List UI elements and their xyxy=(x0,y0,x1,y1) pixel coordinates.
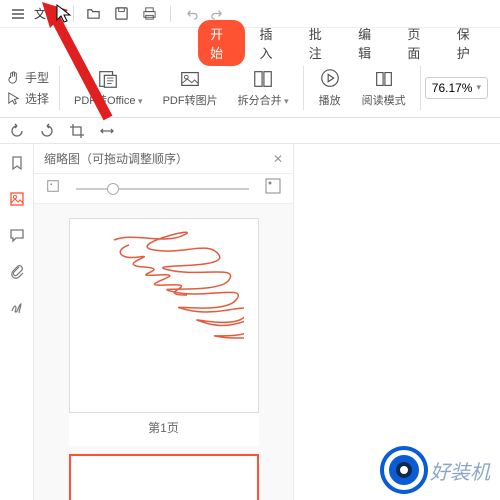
page-content-scribble xyxy=(84,225,244,345)
view-small-icon[interactable] xyxy=(46,179,60,198)
menu-protect[interactable]: 保护 xyxy=(445,20,492,66)
rotate-left-icon[interactable] xyxy=(6,120,28,142)
play-label: 播放 xyxy=(319,92,341,108)
thumbnail-item-2[interactable] xyxy=(69,454,259,500)
fit-width-icon[interactable] xyxy=(96,120,118,142)
hand-label: 手型 xyxy=(25,69,49,86)
thumbnail-header: 缩略图（可拖动调整顺序） ✕ xyxy=(34,144,293,174)
signature-icon[interactable] xyxy=(6,296,28,318)
thumbnail-icon[interactable] xyxy=(6,188,28,210)
thumbnail-label: 第1页 xyxy=(69,413,259,446)
pdf-to-image-button[interactable]: PDF转图片 xyxy=(153,68,228,108)
menu-insert[interactable]: 插入 xyxy=(247,20,294,66)
watermark-logo-icon xyxy=(384,450,424,490)
zoom-dropdown[interactable]: 76.17%▾ xyxy=(425,77,488,99)
separator xyxy=(170,6,171,22)
thumbnail-list: 第1页 xyxy=(34,204,293,500)
hand-tool[interactable]: 手型 xyxy=(6,69,49,86)
thumbnail-title: 缩略图（可拖动调整顺序） xyxy=(44,150,188,167)
print-icon[interactable] xyxy=(138,2,162,26)
separator xyxy=(73,6,74,22)
bookmark-icon[interactable] xyxy=(6,152,28,174)
close-icon[interactable]: ✕ xyxy=(273,152,283,166)
undo-icon[interactable] xyxy=(179,2,203,26)
thumbnail-item-1[interactable]: 第1页 xyxy=(69,218,259,446)
hamburger-icon[interactable] xyxy=(6,2,30,26)
sidebar xyxy=(0,144,34,500)
watermark-text: 好装机 xyxy=(430,456,490,485)
menu-page[interactable]: 页面 xyxy=(395,20,442,66)
separator xyxy=(59,66,60,110)
split-merge-label: 拆分合并 xyxy=(238,95,282,107)
read-mode-label: 阅读模式 xyxy=(362,92,406,108)
pdf-office-label: PDF转Office xyxy=(74,95,136,107)
zoom-value: 76.17% xyxy=(432,81,473,95)
menu-edit[interactable]: 编辑 xyxy=(346,20,393,66)
open-folder-icon[interactable] xyxy=(82,2,106,26)
sub-toolbar xyxy=(0,118,500,144)
select-tool[interactable]: 选择 xyxy=(6,90,49,107)
select-label: 选择 xyxy=(25,90,49,107)
split-merge-button[interactable]: 拆分合并 ▾ xyxy=(228,68,299,108)
file-menu[interactable]: 文件▾ xyxy=(34,5,65,22)
view-large-icon[interactable] xyxy=(265,178,281,199)
thumbnail-panel: 缩略图（可拖动调整顺序） ✕ 第1页 xyxy=(34,144,294,500)
watermark: 好装机 xyxy=(384,450,490,490)
thumbnail-size-slider[interactable] xyxy=(76,188,249,190)
crop-icon[interactable] xyxy=(66,120,88,142)
menu-annotate[interactable]: 批注 xyxy=(297,20,344,66)
main-area: 缩略图（可拖动调整顺序） ✕ 第1页 xyxy=(0,144,500,500)
comment-icon[interactable] xyxy=(6,224,28,246)
file-menu-label: 文件 xyxy=(34,5,58,22)
attachment-icon[interactable] xyxy=(6,260,28,282)
slider-thumb[interactable] xyxy=(107,183,119,195)
read-mode-button[interactable]: 阅读模式 xyxy=(352,68,416,108)
pdf-to-office-button[interactable]: PDF转Office ▾ xyxy=(64,68,153,108)
rotate-right-icon[interactable] xyxy=(36,120,58,142)
pdf-image-label: PDF转图片 xyxy=(163,92,218,108)
menu-start[interactable]: 开始 xyxy=(198,20,245,66)
separator xyxy=(303,66,304,110)
save-icon[interactable] xyxy=(110,2,134,26)
menubar: 开始 插入 批注 编辑 页面 保护 xyxy=(0,28,500,58)
play-button[interactable]: 播放 xyxy=(308,68,352,108)
separator xyxy=(420,66,421,110)
thumbnail-controls xyxy=(34,174,293,204)
toolbar: 手型 选择 PDF转Office ▾ PDF转图片 拆分合并 ▾ 播放 阅读模式… xyxy=(0,58,500,118)
